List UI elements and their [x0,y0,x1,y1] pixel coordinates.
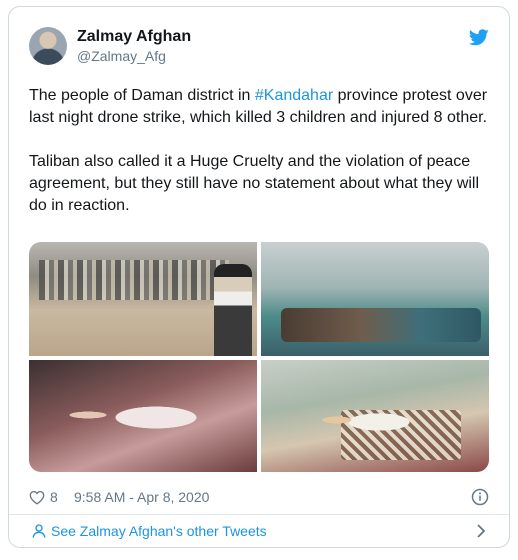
heart-icon[interactable] [29,490,45,505]
media-photo-child-bed[interactable] [261,360,489,472]
other-tweets-link[interactable]: See Zalmay Afghan's other Tweets [51,522,267,540]
tweet-paragraph-2: Taliban also called it a Huge Cruelty an… [29,153,480,214]
tweet-timestamp[interactable]: 9:58 AM - Apr 8, 2020 [74,487,209,507]
media-photo-injured-child[interactable] [29,360,257,472]
text-segment: The people of Daman district in [29,87,255,104]
media-photo-hospital[interactable] [261,242,489,356]
hashtag-link[interactable]: #Kandahar [255,87,333,104]
author-display-name[interactable]: Zalmay Afghan [77,27,191,47]
child-shape [301,400,421,440]
twitter-bird-icon[interactable] [469,29,489,46]
media-grid [29,242,489,472]
chevron-right-icon [477,524,486,538]
crowd-shape [39,260,229,300]
tweet-meta: 8 9:58 AM - Apr 8, 2020 [29,487,489,507]
tweet-card: Zalmay Afghan @Zalmay_Afg The people of … [8,6,510,548]
author-handle[interactable]: @Zalmay_Afg [77,47,191,66]
bed-shape [281,308,481,342]
tweet-paragraph-1: The people of Daman district in #Kandaha… [29,85,491,129]
footer-link-row[interactable]: See Zalmay Afghan's other Tweets [9,515,509,547]
media-photo-crowd[interactable] [29,242,257,356]
tweet-text: The people of Daman district in #Kandaha… [29,85,491,239]
avatar[interactable] [29,27,67,65]
info-icon[interactable] [471,488,489,506]
like-count[interactable]: 8 [50,487,58,507]
person-icon [32,524,46,538]
tweet-header: Zalmay Afghan @Zalmay_Afg [29,25,491,69]
elder-figure [214,264,252,356]
child-shape [54,390,224,440]
author-block[interactable]: Zalmay Afghan @Zalmay_Afg [77,27,191,66]
